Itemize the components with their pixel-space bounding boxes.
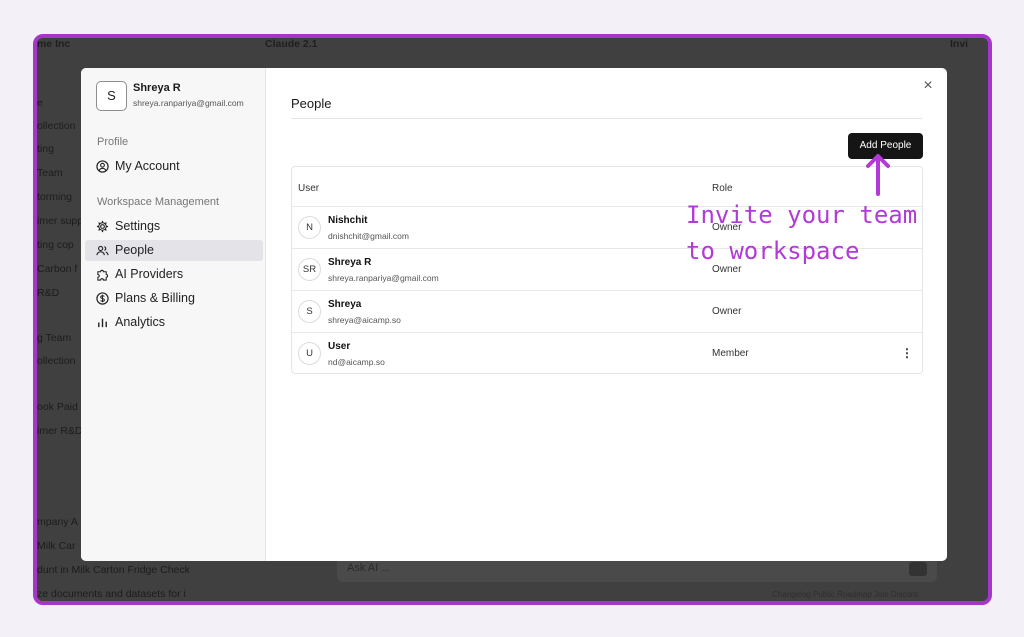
- bg-sidebar-item: R&D: [37, 287, 60, 299]
- invite-link: Invi: [950, 38, 969, 50]
- bar-chart-icon: [96, 316, 109, 329]
- user-name: Shreya R: [328, 257, 372, 268]
- table-row[interactable]: U User nd@aicamp.so Member ⋮: [292, 332, 922, 374]
- nav-label: Settings: [115, 219, 161, 233]
- annotation-arrow-icon: [866, 154, 890, 196]
- user-role: Owner: [712, 306, 742, 317]
- nav-label: Plans & Billing: [115, 291, 195, 305]
- nav-label: My Account: [115, 159, 180, 173]
- annotation-line-1: Invite your team: [686, 201, 918, 229]
- user-email: shreya@aicamp.so: [328, 315, 401, 325]
- user-profile: S Shreya R shreya.ranpariya@gmail.com: [96, 81, 261, 111]
- user-email: nd@aicamp.so: [328, 357, 385, 367]
- bg-sidebar-item: Carbon f: [37, 263, 78, 275]
- bg-sidebar-item: Milk Car: [37, 540, 76, 552]
- user-email: dnishchit@gmail.com: [328, 231, 409, 241]
- nav-item-plans-billing[interactable]: Plans & Billing: [85, 288, 263, 309]
- annotation-text: Invite your team to workspace: [686, 197, 917, 269]
- user-circle-icon: [96, 160, 109, 173]
- nav-label: AI Providers: [115, 267, 184, 281]
- bg-sidebar-item: ting: [37, 143, 54, 155]
- bg-sidebar-item: dunt in Milk Carton Fridge Check: [37, 564, 190, 576]
- column-header-user: User: [298, 183, 320, 194]
- avatar: S: [96, 81, 127, 111]
- nav-item-ai-providers[interactable]: AI Providers: [85, 264, 263, 285]
- close-icon[interactable]: ×: [921, 78, 935, 94]
- user-email: shreya.ranpariya@gmail.com: [328, 273, 439, 283]
- nav-item-settings[interactable]: Settings: [85, 216, 263, 237]
- bg-sidebar-item: ze documents and datasets for i: [37, 588, 186, 600]
- profile-name: Shreya R: [133, 82, 181, 94]
- nav-label: People: [115, 243, 154, 257]
- model-selector: Claude 2.1: [265, 38, 318, 50]
- gear-icon: [96, 220, 109, 233]
- more-options-icon[interactable]: ⋮: [900, 345, 914, 361]
- section-label-workspace: Workspace Management: [97, 196, 220, 208]
- send-icon: [909, 562, 927, 576]
- puzzle-icon: [96, 268, 109, 281]
- users-icon: [96, 244, 109, 257]
- profile-email: shreya.ranpariya@gmail.com: [133, 98, 244, 108]
- bg-sidebar-item: imer supp: [37, 215, 84, 227]
- page-title: People: [291, 96, 332, 111]
- user-role: Member: [712, 348, 749, 359]
- bg-sidebar-item: g Team: [37, 332, 72, 344]
- avatar: SR: [298, 258, 321, 281]
- bg-sidebar-item: imer R&D: [37, 425, 83, 437]
- dollar-circle-icon: [96, 292, 109, 305]
- ask-ai-placeholder: Ask AI ...: [347, 562, 391, 574]
- nav-item-people[interactable]: People: [85, 240, 263, 261]
- nav-label: Analytics: [115, 315, 166, 329]
- bg-sidebar-item: ollection: [37, 355, 76, 367]
- user-name: Shreya: [328, 299, 362, 310]
- annotation-line-2: to workspace: [686, 237, 860, 265]
- bg-sidebar-item: ook Paid: [37, 401, 78, 413]
- bg-sidebar-item: e: [37, 97, 43, 109]
- column-header-role: Role: [712, 183, 733, 194]
- nav-item-analytics[interactable]: Analytics: [85, 312, 263, 333]
- people-panel: People × Add People User Role N Nishchit…: [266, 68, 947, 561]
- user-name: User: [328, 341, 351, 352]
- divider: [291, 118, 922, 119]
- settings-sidebar: S Shreya R shreya.ranpariya@gmail.com Pr…: [81, 68, 266, 561]
- bg-sidebar-item: ollection: [37, 120, 76, 132]
- avatar: U: [298, 342, 321, 365]
- footer-links: Changelog Public Roadmap Join Discord: [772, 590, 918, 599]
- bg-sidebar-item: mpany A: [37, 516, 78, 528]
- settings-modal: S Shreya R shreya.ranpariya@gmail.com Pr…: [81, 68, 947, 561]
- avatar: S: [298, 300, 321, 323]
- user-name: Nishchit: [328, 215, 368, 226]
- table-row[interactable]: S Shreya shreya@aicamp.so Owner: [292, 290, 922, 332]
- section-label-profile: Profile: [97, 136, 129, 148]
- bg-sidebar-item: ting cop: [37, 239, 74, 251]
- nav-item-my-account[interactable]: My Account: [85, 156, 263, 177]
- bg-sidebar-item: Team: [37, 167, 63, 179]
- bg-sidebar-item: torming: [37, 191, 73, 203]
- avatar: N: [298, 216, 321, 239]
